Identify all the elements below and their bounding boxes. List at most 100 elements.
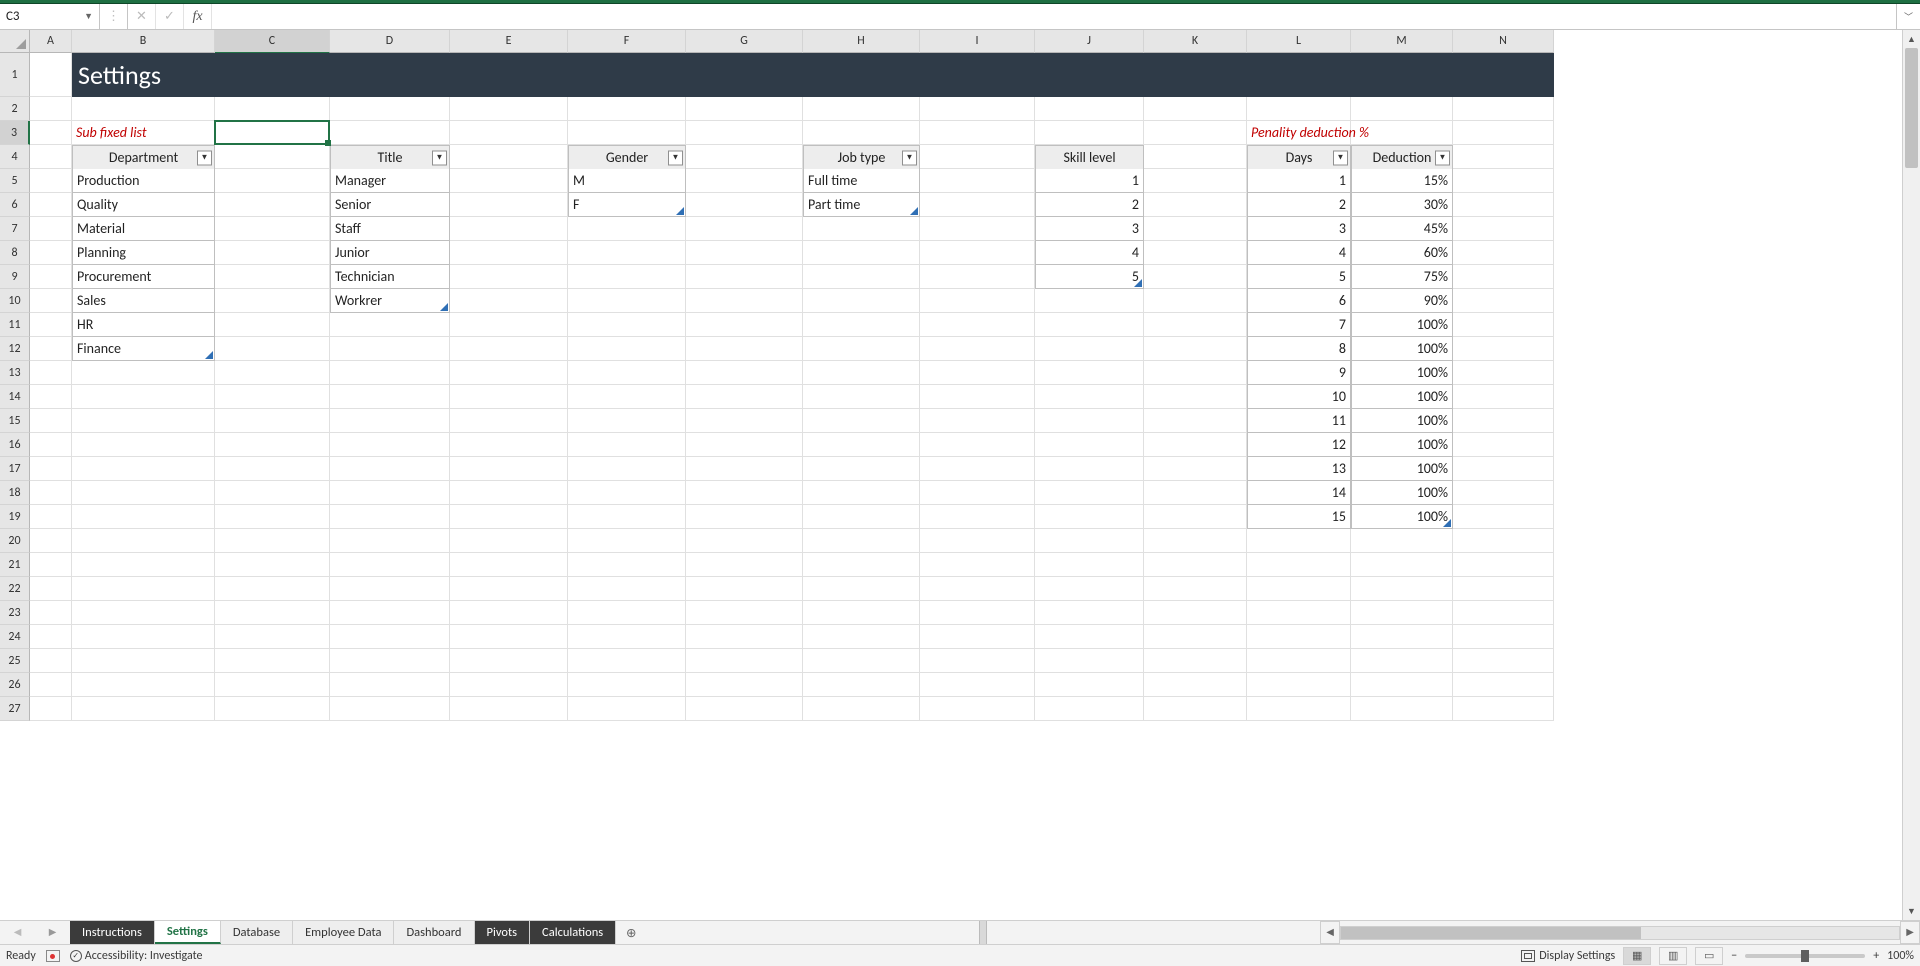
tab-nav-next-icon[interactable]: ► [46,925,58,940]
cell-H22[interactable] [803,577,920,601]
cell-N9[interactable] [1453,265,1554,289]
penality-filter-button[interactable]: ▼ [1435,150,1450,165]
title-table-header[interactable]: Title▼ [330,145,450,170]
sheet-tab-employee-data[interactable]: Employee Data [293,921,394,944]
cell-L23[interactable] [1247,601,1351,625]
cell-C23[interactable] [215,601,330,625]
cell-K26[interactable] [1144,673,1247,697]
cell-C21[interactable] [215,553,330,577]
cell-C6[interactable] [215,193,330,217]
cell-D20[interactable] [330,529,450,553]
cell-E17[interactable] [450,457,568,481]
cell-A23[interactable] [30,601,72,625]
cell-J14[interactable] [1035,385,1144,409]
penality-cell[interactable]: 100% [1351,361,1453,385]
cell-J10[interactable] [1035,289,1144,313]
cell-A14[interactable] [30,385,72,409]
cell-N25[interactable] [1453,649,1554,673]
penality-cell[interactable]: 3 [1247,217,1351,241]
cell-A24[interactable] [30,625,72,649]
column-header-D[interactable]: D [330,30,450,53]
cell-C20[interactable] [215,529,330,553]
penality-cell[interactable]: 45% [1351,217,1453,241]
cell-L26[interactable] [1247,673,1351,697]
column-header-L[interactable]: L [1247,30,1351,53]
hscroll-thumb[interactable] [1341,927,1641,939]
cell-C7[interactable] [215,217,330,241]
cell-D2[interactable] [330,97,450,121]
cell-L27[interactable] [1247,697,1351,721]
department-table-item[interactable]: Quality [72,193,215,217]
column-header-F[interactable]: F [568,30,686,53]
cell-F7[interactable] [568,217,686,241]
row-header-26[interactable]: 26 [0,673,30,697]
cell-A22[interactable] [30,577,72,601]
cell-I9[interactable] [920,265,1035,289]
penality-cell[interactable]: 60% [1351,241,1453,265]
title-table-item[interactable]: Workrer [330,289,450,313]
scroll-track[interactable] [1903,48,1920,902]
cell-L20[interactable] [1247,529,1351,553]
cell-K24[interactable] [1144,625,1247,649]
cell-F18[interactable] [568,481,686,505]
cell-K23[interactable] [1144,601,1247,625]
cell-C2[interactable] [215,97,330,121]
sheet-tab-pivots[interactable]: Pivots [475,921,531,944]
cell-G7[interactable] [686,217,803,241]
cell-L22[interactable] [1247,577,1351,601]
cell-L25[interactable] [1247,649,1351,673]
cell-G24[interactable] [686,625,803,649]
cell-G3[interactable] [686,121,803,145]
cancel-formula-button[interactable]: ✕ [128,4,156,29]
cell-I15[interactable] [920,409,1035,433]
row-header-7[interactable]: 7 [0,217,30,241]
penality-cell[interactable]: 13 [1247,457,1351,481]
penality-cell[interactable]: 7 [1247,313,1351,337]
cell-J22[interactable] [1035,577,1144,601]
cell-K17[interactable] [1144,457,1247,481]
cell-I12[interactable] [920,337,1035,361]
cell-I7[interactable] [920,217,1035,241]
cell-G27[interactable] [686,697,803,721]
row-header-11[interactable]: 11 [0,313,30,337]
column-header-E[interactable]: E [450,30,568,53]
cell-G16[interactable] [686,433,803,457]
penality-cell[interactable]: 15 [1247,505,1351,529]
cell-G21[interactable] [686,553,803,577]
cell-G18[interactable] [686,481,803,505]
cell-N16[interactable] [1453,433,1554,457]
cell-H17[interactable] [803,457,920,481]
cell-E11[interactable] [450,313,568,337]
cell-H27[interactable] [803,697,920,721]
cell-J24[interactable] [1035,625,1144,649]
cell-K14[interactable] [1144,385,1247,409]
cell-D12[interactable] [330,337,450,361]
cell-C22[interactable] [215,577,330,601]
macro-record-icon[interactable] [46,950,60,962]
cell-N26[interactable] [1453,673,1554,697]
cell-K19[interactable] [1144,505,1247,529]
gender-table-item[interactable]: M [568,169,686,193]
cell-K25[interactable] [1144,649,1247,673]
penality-cell[interactable]: 100% [1351,433,1453,457]
cell-B21[interactable] [72,553,215,577]
cell-A10[interactable] [30,289,72,313]
cell-C26[interactable] [215,673,330,697]
title-table-item[interactable]: Junior [330,241,450,265]
cell-A7[interactable] [30,217,72,241]
cell-K5[interactable] [1144,169,1247,193]
row-header-25[interactable]: 25 [0,649,30,673]
cell-C27[interactable] [215,697,330,721]
cell-H18[interactable] [803,481,920,505]
department-table-item[interactable]: Procurement [72,265,215,289]
zoom-in-button[interactable]: + [1873,949,1879,963]
cell-M22[interactable] [1351,577,1453,601]
cell-D19[interactable] [330,505,450,529]
cell-E24[interactable] [450,625,568,649]
cell-C9[interactable] [215,265,330,289]
cell-N18[interactable] [1453,481,1554,505]
penality-cell[interactable]: 100% [1351,505,1453,529]
sheet-tab-instructions[interactable]: Instructions [70,921,155,944]
cell-D13[interactable] [330,361,450,385]
cell-H9[interactable] [803,265,920,289]
